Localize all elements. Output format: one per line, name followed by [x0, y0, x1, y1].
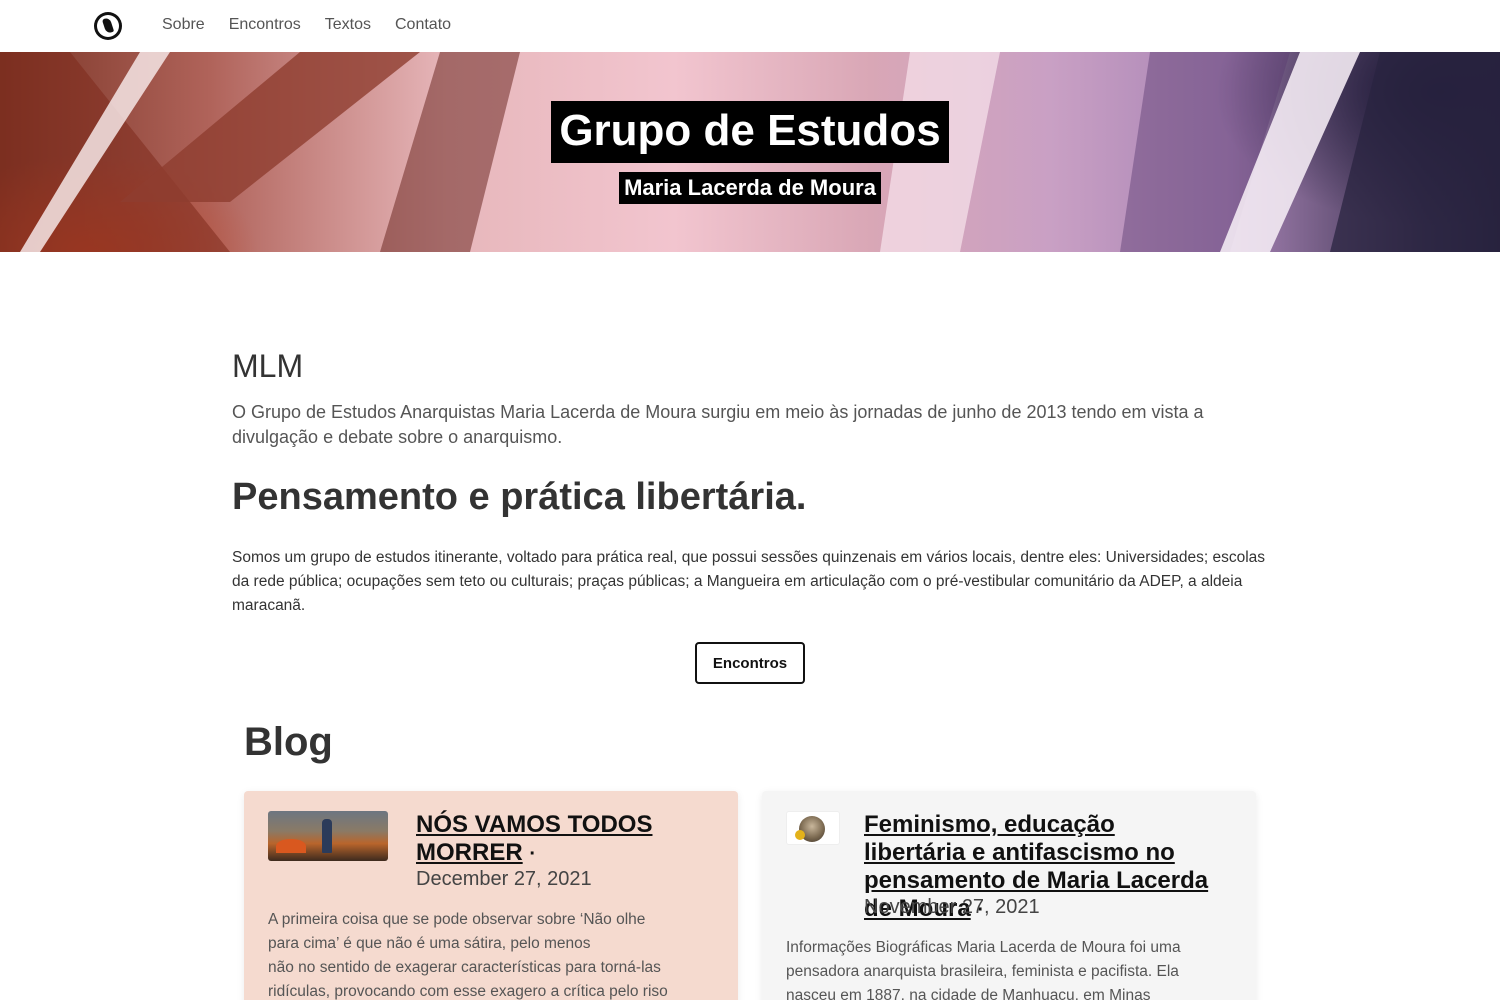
post-excerpt: Informações Biográficas Maria Lacerda de… [786, 936, 1216, 1000]
post-excerpt-line: A primeira coisa que se pode observar so… [268, 911, 646, 928]
nav-link-sobre[interactable]: Sobre [162, 16, 205, 34]
nav-links: Sobre Encontros Textos Contato [162, 16, 451, 34]
post-excerpt-line: pensadora anarquista brasileira, feminis… [786, 963, 1179, 980]
post-excerpt-line: para cima’ é que não é uma sátira, pelo … [268, 935, 591, 952]
post-excerpt-line: não no sentido de exagerar característic… [268, 959, 661, 976]
blog-post-card[interactable]: NÓS VAMOS TODOS MORRER · December 27, 20… [244, 791, 738, 1000]
encontros-button[interactable]: Encontros [695, 642, 805, 684]
post-excerpt: A primeira coisa que se pode observar so… [268, 908, 708, 1000]
hero-title: Grupo de Estudos [551, 101, 949, 163]
nav-link-textos[interactable]: Textos [325, 16, 371, 34]
post-date: November 27, 2021 [864, 896, 1040, 918]
blog-post-card[interactable]: Feminismo, educação libertária e antifas… [762, 791, 1256, 1000]
tagline-heading: Pensamento e prática libertária. [232, 476, 807, 518]
nav-link-contato[interactable]: Contato [395, 16, 451, 34]
nav-link-encontros[interactable]: Encontros [229, 16, 301, 34]
intro-paragraph: O Grupo de Estudos Anarquistas Maria Lac… [232, 402, 1204, 447]
post-title: NÓS VAMOS TODOS MORRER · [416, 811, 716, 868]
hero-subtitle: Maria Lacerda de Moura [619, 172, 881, 204]
post-thumbnail-image[interactable] [786, 811, 840, 845]
logo-icon[interactable] [94, 12, 122, 40]
navbar: Sobre Encontros Textos Contato [0, 0, 1500, 52]
post-excerpt-line: nasceu em 1887, na cidade de Manhuaçu, e… [786, 987, 1151, 1000]
post-separator: · [529, 843, 537, 865]
blog-heading: Blog [244, 720, 333, 764]
post-excerpt-line: Informações Biográficas Maria Lacerda de… [786, 939, 1181, 956]
post-thumbnail-image[interactable] [268, 811, 388, 861]
post-excerpt-line: ridículas, provocando com esse exagero a… [268, 983, 668, 1000]
description-paragraph: Somos um grupo de estudos itinerante, vo… [232, 549, 1266, 614]
hero-banner: Grupo de Estudos Maria Lacerda de Moura [0, 52, 1500, 252]
section-heading-mlm: MLM [232, 348, 304, 384]
post-date: December 27, 2021 [416, 868, 592, 890]
